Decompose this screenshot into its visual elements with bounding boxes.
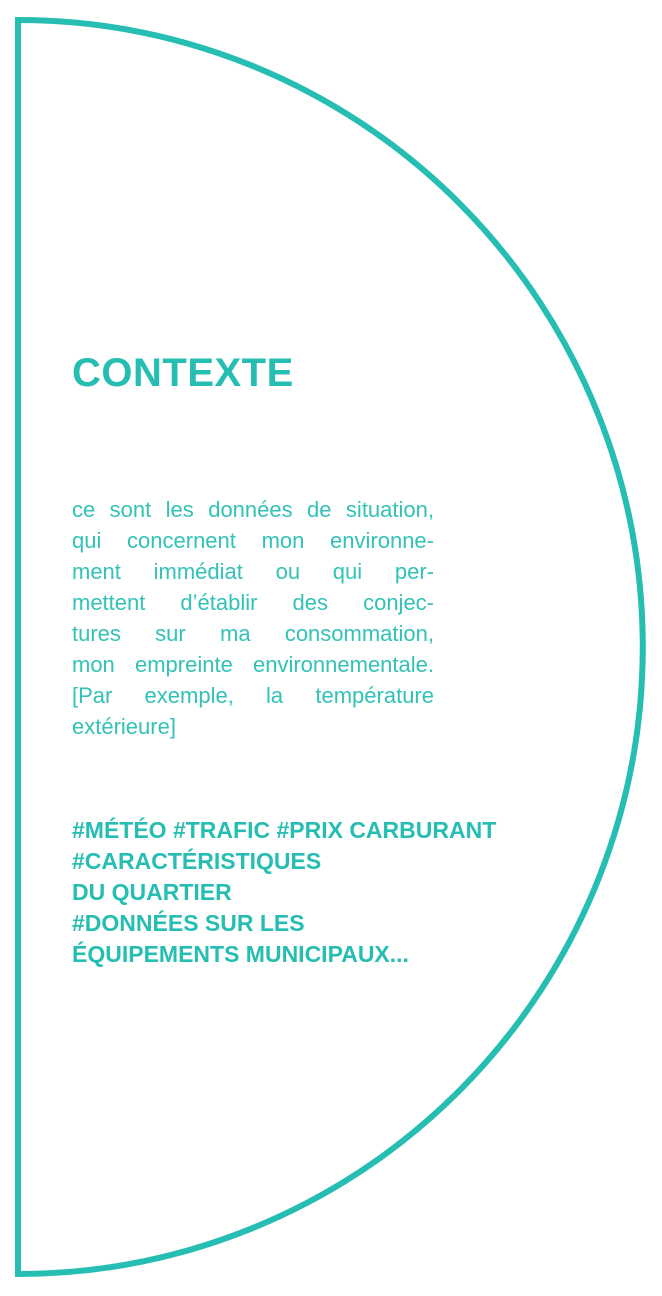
hashtag-line: #DONNÉES SUR LES <box>72 910 305 936</box>
description-line: ment immédiat ou qui per- <box>72 559 434 584</box>
description-line: extérieure] <box>72 714 176 739</box>
description-line: mon empreinte environnementale. <box>72 652 434 677</box>
hashtag-line: DU QUARTIER <box>72 879 232 905</box>
page-title: CONTEXTE <box>72 351 294 395</box>
description-line: [Par exemple, la température <box>72 683 434 708</box>
hashtag-line: ÉQUIPEMENTS MUNICIPAUX... <box>72 941 409 967</box>
hashtag-list: #MÉTÉO #TRAFIC #PRIX CARBURANT #CARACTÉR… <box>72 815 496 970</box>
description-paragraph: ce sont les données de situation, qui co… <box>72 494 434 742</box>
hashtag-line: #MÉTÉO #TRAFIC #PRIX CARBURANT <box>72 817 497 843</box>
description-line: mettent d’établir des conjec- <box>72 590 434 615</box>
description-line: tures sur ma consommation, <box>72 621 434 646</box>
description-line: qui concernent mon environne- <box>72 528 434 553</box>
hashtag-line: #CARACTÉRISTIQUES <box>72 848 322 874</box>
description-line: ce sont les données de situation, <box>72 497 434 522</box>
